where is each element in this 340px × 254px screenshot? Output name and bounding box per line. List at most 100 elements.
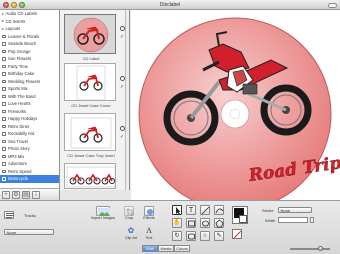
thumbnail-scrollbar[interactable] (125, 10, 129, 190)
sidebar-item[interactable]: Sea Travel (0, 138, 59, 146)
sidebar-item[interactable]: Retro Diner (0, 123, 59, 131)
rect-tool-icon[interactable] (186, 218, 196, 228)
width-field[interactable] (278, 217, 308, 223)
sidebar-item-label: Retro Diner (8, 123, 30, 129)
tracks-popup[interactable]: None (4, 229, 54, 235)
sidebar-item-label: Audio CD Labels (5, 11, 37, 16)
sidebar-item[interactable]: Seaside Beach (0, 40, 59, 48)
sidebar-item[interactable]: MP3 Mix (0, 153, 59, 161)
zoom-slider-knob[interactable] (318, 245, 323, 251)
curve-tool-icon[interactable] (214, 205, 224, 215)
template-icon (2, 132, 6, 136)
crop-icon (124, 206, 134, 216)
sidebar-item[interactable]: Retro Speed (0, 168, 59, 176)
thumbnail-booklet[interactable] (64, 163, 118, 189)
sidebar-item[interactable]: Party Time (0, 63, 59, 71)
width-label: Width (265, 218, 276, 223)
sidebar-item-label: Sun Flowers (8, 56, 32, 61)
effects-button[interactable]: Effects (140, 206, 158, 220)
sidebar-item[interactable]: Rockabilly Kid (0, 130, 59, 138)
thumbnail-jewel-case-cover[interactable]: CD Jewel Case Cover (64, 63, 118, 108)
arrow-tool-icon[interactable] (172, 205, 182, 215)
toolbar-toggle-button[interactable] (328, 2, 337, 8)
text-icon: A (146, 226, 152, 235)
template-icon (2, 94, 6, 98)
sidebar-item[interactable]: Happy Holidays (0, 115, 59, 123)
thumbnail-image[interactable] (64, 63, 116, 101)
polygon-tool-icon[interactable] (214, 218, 224, 228)
line-tool-icon[interactable] (200, 205, 210, 215)
sidebar-item-label: Leaves & Florals (8, 33, 40, 39)
template-icon (2, 34, 6, 38)
sidebar-item[interactable]: Audio CD Labels (0, 10, 59, 18)
sidebar-item[interactable]: Photo Story (0, 145, 59, 153)
sidebar-item[interactable]: Leaves & Florals (0, 33, 59, 41)
stroke-popup[interactable]: None (278, 207, 312, 213)
sidebar-item[interactable]: Layouts (0, 25, 59, 33)
import-images-label: Import Images (90, 216, 116, 220)
hand-tool-icon[interactable]: ✋ (172, 218, 182, 228)
pen-tool-icon[interactable]: ✎ (214, 231, 224, 241)
template-icon (2, 117, 6, 121)
round-rect-tool-icon[interactable] (186, 231, 196, 241)
zoom-slider[interactable] (290, 248, 330, 250)
crop-button[interactable]: Crop (122, 206, 136, 220)
text-tool-icon[interactable]: T (186, 205, 196, 215)
clip-art-label: Clip Art (124, 236, 138, 240)
sidebar-item[interactable]: Wedding Flowers (0, 78, 59, 86)
trash-icon[interactable]: ▤ (22, 191, 30, 199)
thumbnail-check[interactable]: ✓ (120, 84, 124, 90)
view-tab-media[interactable]: Media (158, 245, 174, 252)
text-button[interactable]: A Text (142, 226, 156, 240)
template-icon (2, 57, 6, 61)
sidebar-item[interactable]: Sun Flowers (0, 55, 59, 63)
template-icon (2, 177, 6, 181)
info-icon[interactable]: i (32, 191, 40, 199)
sidebar-item[interactable]: With The Band (0, 93, 59, 101)
template-icon (2, 87, 6, 91)
app-window: Disclabel Audio CD Labels CD Inserts Layou… (0, 0, 340, 254)
thumbnail-check[interactable]: ✓ (120, 134, 124, 140)
sidebar-item[interactable]: CD Inserts (0, 18, 59, 26)
thumbnail-image[interactable] (64, 14, 116, 54)
add-button[interactable]: + (2, 191, 10, 199)
import-images-button[interactable]: Import Images (90, 206, 116, 220)
thumbnail-image[interactable] (64, 163, 116, 189)
template-icon (2, 49, 6, 53)
thumbnail-tray-insert[interactable]: CD Jewel Case Tray Insert (64, 113, 118, 158)
sidebar-item-label: With The Band (8, 93, 36, 99)
sidebar-item[interactable]: Love Hearts (0, 100, 59, 108)
star-tool-icon[interactable]: ☆ (200, 231, 210, 241)
sidebar-item[interactable]: Motorcycle (0, 175, 59, 183)
sidebar-item[interactable]: Adventure (0, 160, 59, 168)
clip-art-button[interactable]: ✿ Clip Art (122, 226, 140, 240)
view-tab-edit[interactable]: Edit (142, 245, 158, 252)
sidebar-item-label: Sports Mix (8, 86, 28, 91)
disclosure-triangle-icon[interactable] (2, 20, 4, 23)
fill-color-well[interactable] (232, 206, 248, 224)
image-icon (96, 206, 110, 216)
thumbnail-cd-label[interactable]: CD Label (64, 14, 118, 61)
design-canvas[interactable]: Road Trip!! (131, 10, 340, 217)
rotate-tool-icon[interactable]: ↻ (172, 231, 182, 241)
thumbnail-image[interactable] (64, 113, 116, 151)
swap-colors-button[interactable] (232, 229, 242, 239)
disclosure-triangle-icon[interactable] (2, 27, 4, 30)
disclosure-triangle-icon[interactable] (2, 12, 4, 15)
window-title: Disclabel (159, 2, 181, 8)
template-icon (2, 64, 6, 68)
template-icon (2, 102, 6, 106)
sidebar-item[interactable]: Fireworks (0, 108, 59, 116)
sidebar-item[interactable]: Birthday Cake (0, 70, 59, 78)
template-icon (2, 147, 6, 151)
sidebar-item[interactable]: Pop Grunge (0, 48, 59, 56)
thumbnail-caption: CD Label (82, 56, 100, 61)
ellipse-tool-icon[interactable] (200, 218, 210, 228)
sidebar-item[interactable]: Sports Mix (0, 85, 59, 93)
gear-icon[interactable]: ⚙ (12, 191, 20, 199)
view-tab-colors[interactable]: Colors (174, 245, 190, 252)
thumbnail-check[interactable]: ✓ (120, 34, 124, 40)
sidebar-item-label: Fireworks (8, 108, 27, 114)
width-stepper[interactable] (310, 217, 314, 223)
sidebar-button-bar: + ⚙ ▤ i (0, 188, 60, 200)
